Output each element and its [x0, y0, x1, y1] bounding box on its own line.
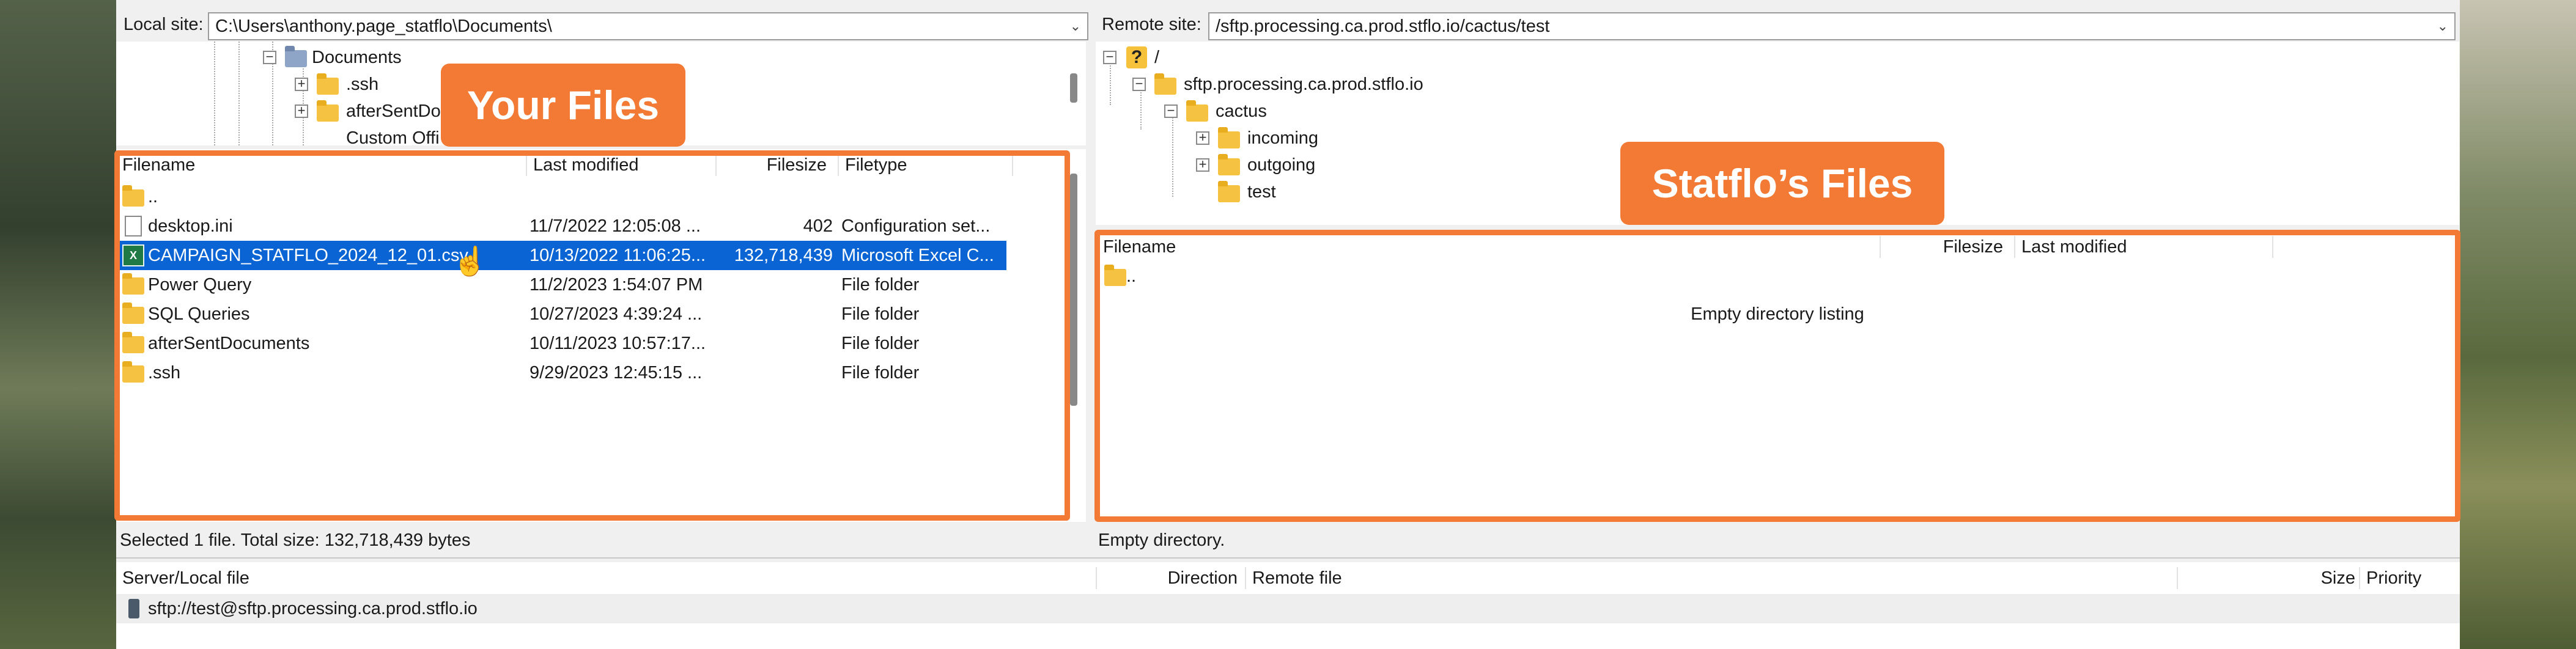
statflo-files-highlight-frame — [1094, 230, 2460, 522]
column-size[interactable]: Size — [2178, 565, 2361, 592]
tree-label: cactus — [1216, 101, 1267, 121]
tree-label: test — [1247, 182, 1276, 202]
local-tree-item-custom-offi[interactable]: Custom Offi — [346, 126, 440, 145]
local-site-path-combo[interactable]: C:\Users\anthony.page_statflo\Documents\… — [208, 12, 1088, 40]
documents-folder-icon — [285, 46, 307, 67]
background-right — [2460, 0, 2576, 649]
column-priority[interactable]: Priority — [2360, 565, 2458, 592]
folder-icon — [1218, 127, 1240, 148]
remote-site-path-combo[interactable]: /sftp.processing.ca.prod.stflo.io/cactus… — [1208, 12, 2456, 40]
chevron-down-icon[interactable]: ⌄ — [2437, 13, 2448, 39]
column-server-local-file[interactable]: Server/Local file — [116, 565, 1094, 592]
tree-label: afterSentDo — [346, 101, 441, 121]
queue-server-address: sftp://test@sftp.processing.ca.prod.stfl… — [148, 599, 478, 618]
tree-label: outgoing — [1247, 155, 1316, 175]
background-left — [0, 0, 116, 649]
collapse-icon[interactable]: − — [1164, 104, 1178, 118]
collapse-icon[interactable]: − — [263, 50, 276, 64]
your-files-highlight-frame — [114, 150, 1070, 521]
transfer-queue: Server/Local file Direction Remote file … — [116, 562, 2460, 649]
local-list-scrollbar[interactable] — [1070, 174, 1077, 406]
your-files-callout: Your Files — [441, 64, 685, 147]
remote-site-label: Remote site: — [1102, 15, 1201, 34]
tree-label: Documents — [312, 48, 402, 67]
expand-icon[interactable]: + — [295, 77, 308, 91]
folder-icon — [1186, 100, 1208, 122]
question-mark-icon: ? — [1126, 46, 1147, 68]
folder-icon — [1218, 181, 1240, 202]
queue-server-row[interactable]: sftp://test@sftp.processing.ca.prod.stfl… — [116, 594, 2460, 623]
server-icon — [128, 599, 139, 618]
tree-label: sftp.processing.ca.prod.stflo.io — [1184, 75, 1423, 94]
folder-icon — [1218, 154, 1240, 175]
local-site-path: C:\Users\anthony.page_statflo\Documents\ — [215, 16, 552, 36]
remote-site-path: /sftp.processing.ca.prod.stflo.io/cactus… — [1216, 16, 1550, 36]
tree-label: incoming — [1247, 128, 1319, 148]
local-status-text: Selected 1 file. Total size: 132,718,439… — [120, 530, 471, 550]
folder-icon — [317, 100, 339, 122]
local-tree-scrollbar[interactable] — [1070, 73, 1077, 103]
collapse-icon[interactable]: − — [1103, 50, 1116, 64]
tree-label: / — [1154, 48, 1160, 67]
folder-icon — [1154, 73, 1176, 95]
folder-icon — [317, 73, 339, 95]
expand-icon[interactable]: + — [1196, 131, 1209, 145]
chevron-down-icon[interactable]: ⌄ — [1070, 13, 1081, 39]
column-direction[interactable]: Direction — [1097, 565, 1244, 592]
statflo-files-callout: Statflo’s Files — [1620, 142, 1944, 225]
sftp-client-window: Local site: C:\Users\anthony.page_statfl… — [114, 0, 2460, 649]
remote-status-text: Empty directory. — [1098, 530, 1225, 550]
collapse-icon[interactable]: − — [1132, 77, 1146, 91]
expand-icon[interactable]: + — [1196, 158, 1209, 172]
tree-label: Custom Offi — [346, 128, 440, 145]
local-site-label: Local site: — [124, 15, 204, 34]
expand-icon[interactable]: + — [295, 104, 308, 118]
tree-label: .ssh — [346, 75, 379, 94]
column-remote-file[interactable]: Remote file — [1246, 565, 2072, 592]
